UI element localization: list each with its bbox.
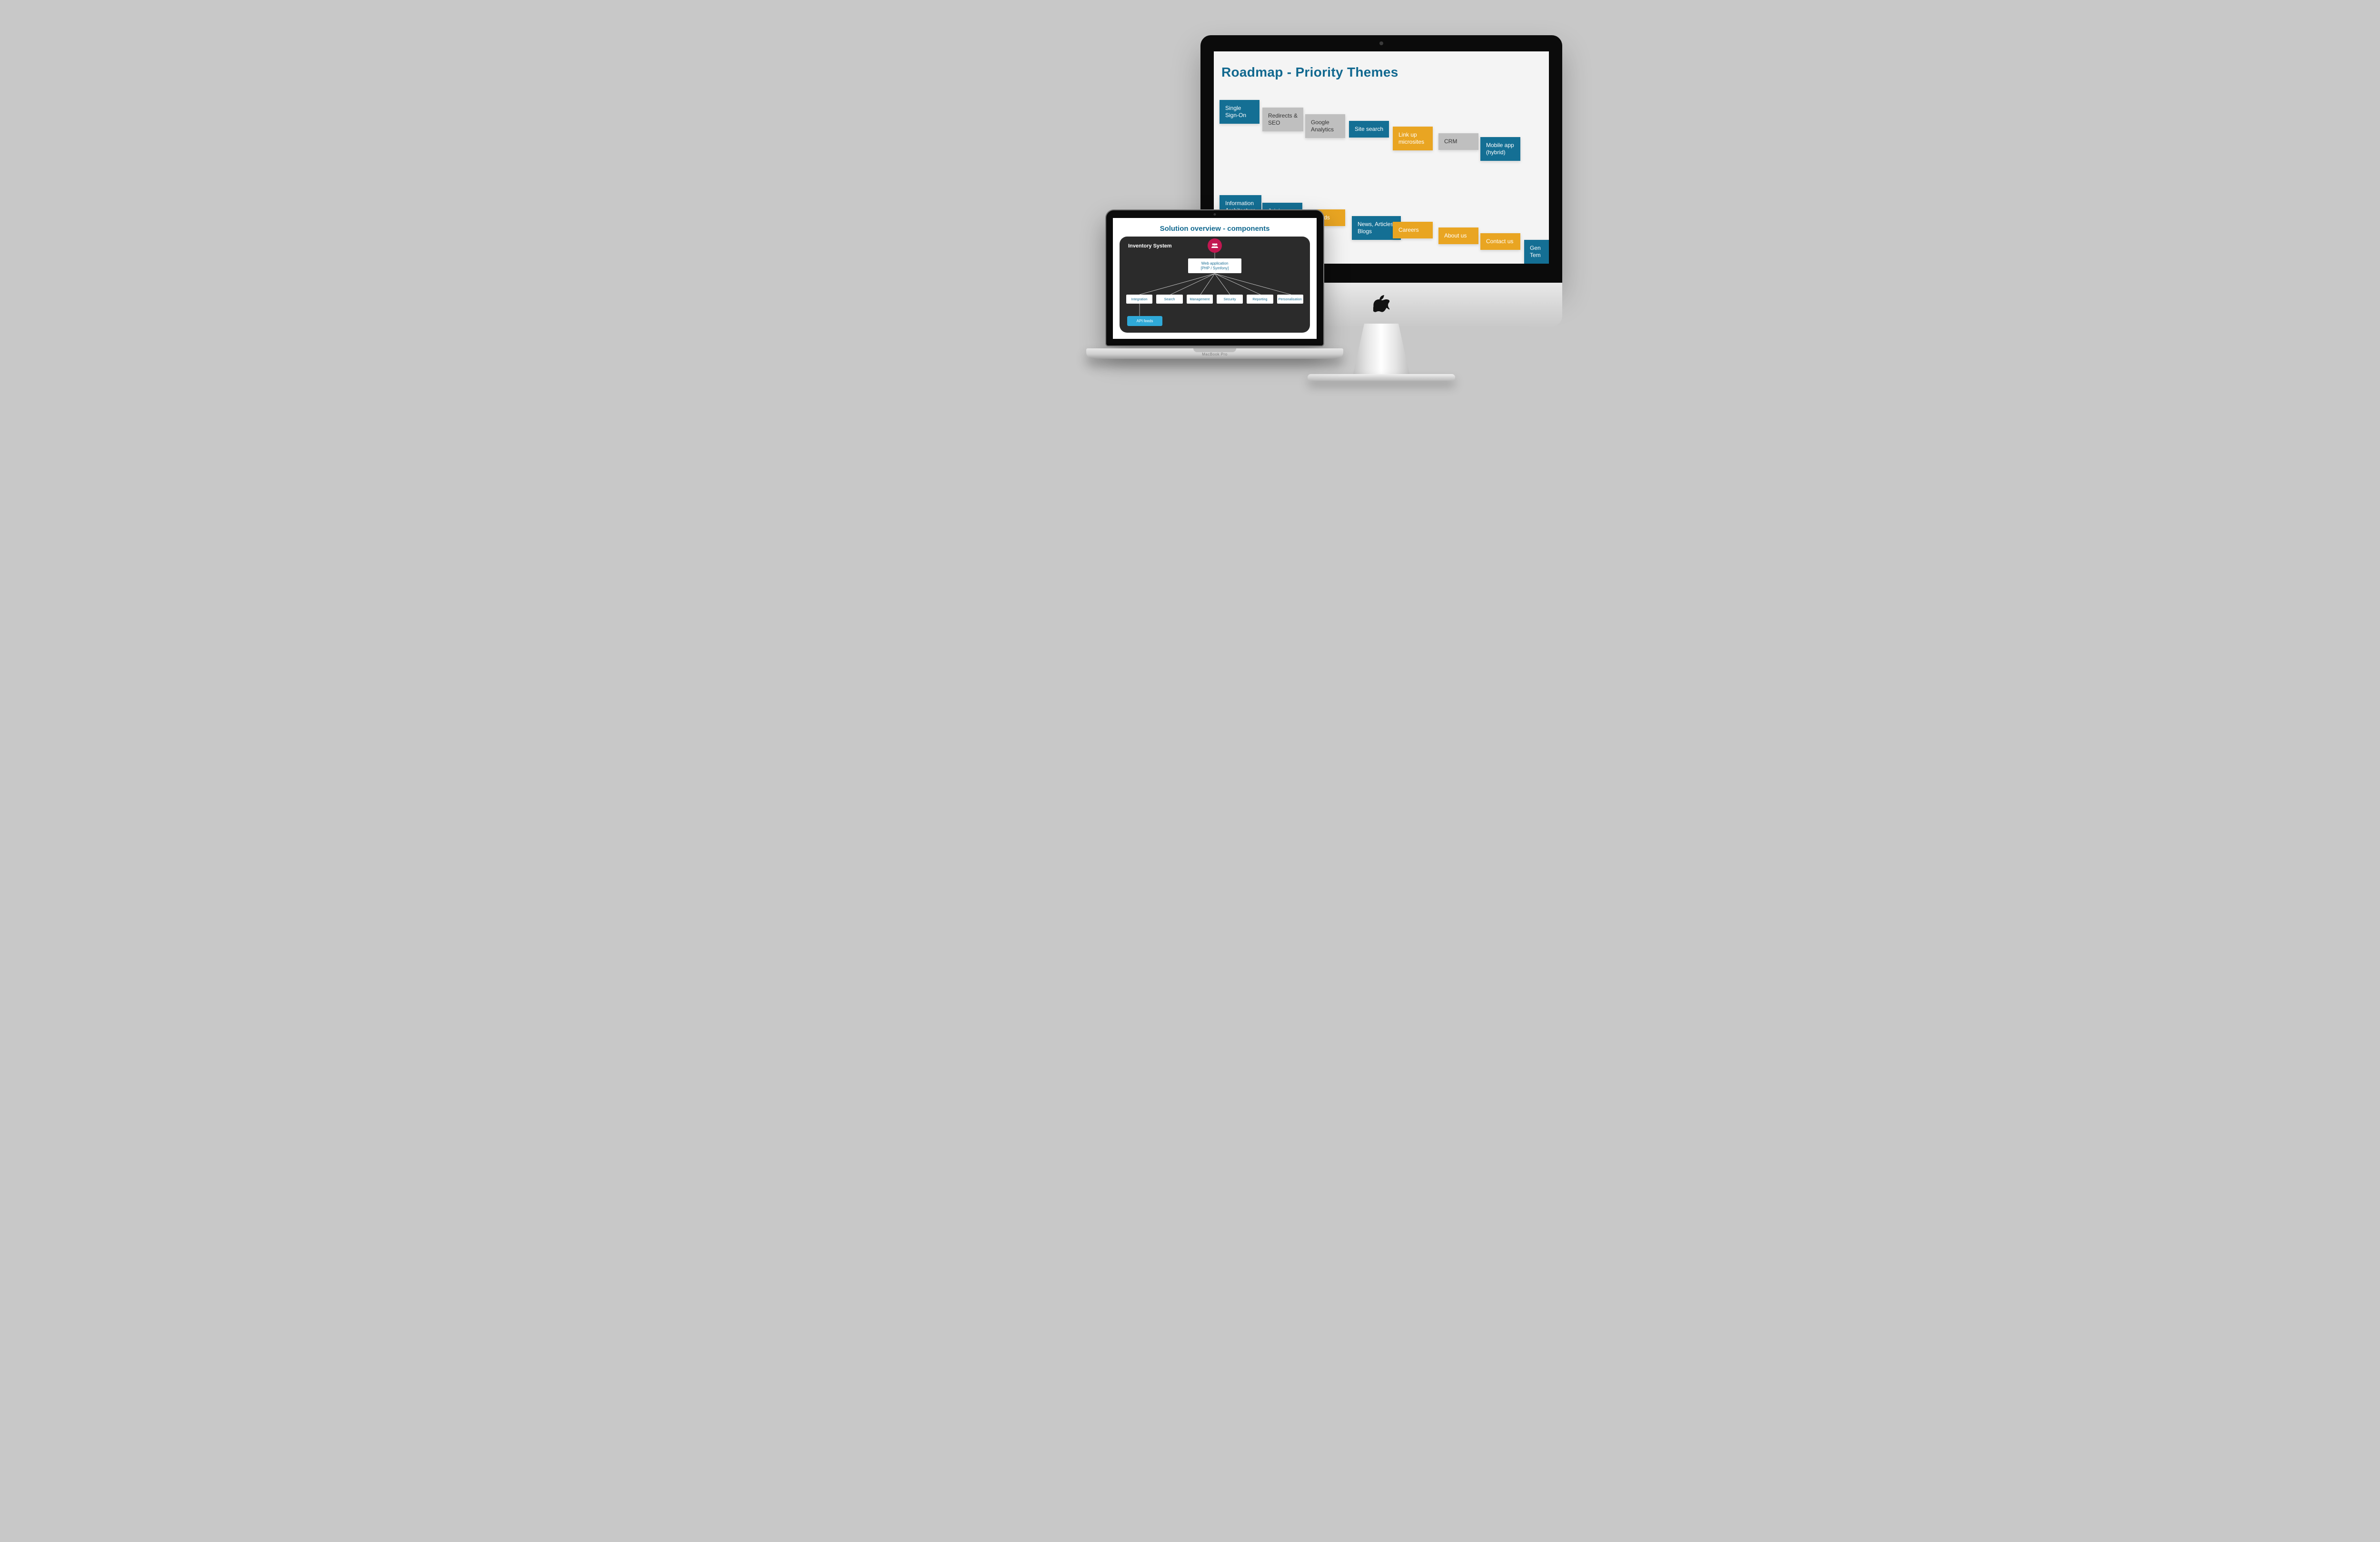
apple-logo-icon: [1373, 295, 1389, 314]
roadmap-card: Site search: [1349, 121, 1389, 138]
macbook-device: Solution overview - components Inventory…: [1086, 209, 1343, 362]
roadmap-card: Careers: [1393, 222, 1433, 238]
roadmap-card: About us: [1438, 227, 1478, 244]
trackpad-notch: [1193, 348, 1236, 352]
roadmap-title: Roadmap - Priority Themes: [1221, 65, 1535, 80]
solution-slide: Solution overview - components Inventory…: [1113, 218, 1317, 339]
camera-icon: [1379, 41, 1383, 45]
module-row: Integration Search Management Security Repor…: [1126, 295, 1303, 304]
macbook-bezel: Solution overview - components Inventory…: [1105, 209, 1324, 346]
camera-icon: [1214, 213, 1216, 216]
roadmap-card: Link up microsites: [1393, 127, 1433, 150]
roadmap-card: Single Sign-On: [1220, 100, 1259, 124]
roadmap-card: Redirects & SEO: [1262, 108, 1303, 131]
solution-title: Solution overview - components: [1120, 225, 1310, 233]
module-box: Integration: [1126, 295, 1152, 304]
imac-stand-neck: [1353, 324, 1410, 376]
module-box: Reporting: [1247, 295, 1273, 304]
module-box: Security: [1217, 295, 1243, 304]
roadmap-card: Contact us: [1480, 233, 1520, 250]
imac-stand-foot: [1308, 374, 1455, 381]
macbook-base: MacBook Pro: [1086, 348, 1343, 359]
mockup-stage: Roadmap - Priority Themes Single Sign-On…: [843, 0, 1537, 390]
roadmap-card: Gen Tem: [1524, 240, 1549, 264]
webapp-line2: [PHP / Symfony]: [1190, 266, 1240, 271]
roadmap-card: Google Analytics: [1305, 114, 1345, 138]
module-box: Personalisation: [1277, 295, 1303, 304]
module-box: Search: [1156, 295, 1182, 304]
macbook-screen: Solution overview - components Inventory…: [1113, 218, 1317, 339]
solution-panel: Inventory System: [1120, 237, 1310, 333]
users-icon: [1208, 238, 1222, 253]
module-box: Management: [1187, 295, 1213, 304]
webapp-box: Web application [PHP / Symfony]: [1188, 258, 1241, 273]
macbook-label: MacBook Pro: [1086, 352, 1343, 356]
api-box: API feeds: [1127, 316, 1162, 326]
webapp-line1: Web application: [1190, 261, 1240, 266]
imac-stand: [1329, 324, 1434, 381]
